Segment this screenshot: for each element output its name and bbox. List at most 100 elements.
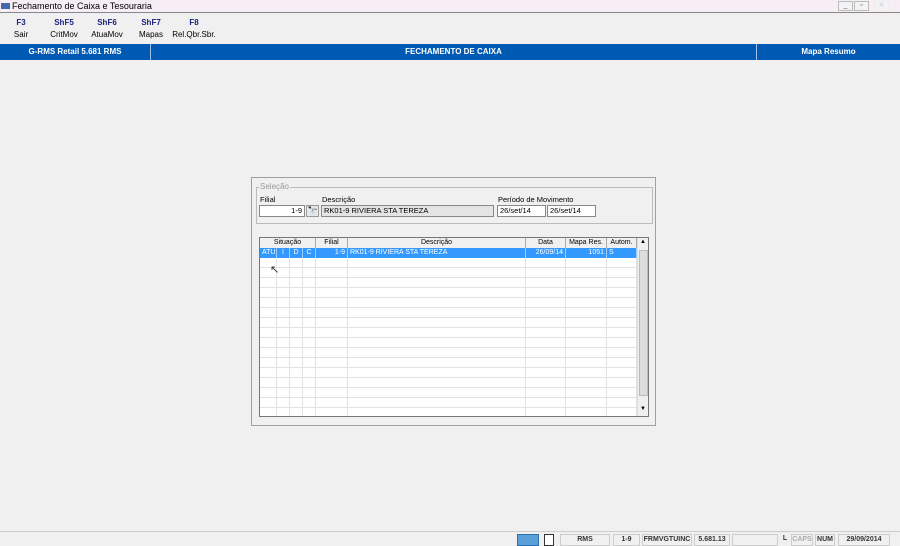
empty-cell xyxy=(303,328,316,338)
col-data[interactable]: Data xyxy=(526,238,566,248)
empty-cell xyxy=(277,298,290,308)
scroll-down-icon[interactable]: ▼ xyxy=(640,406,646,412)
toolbar-sair-button[interactable]: F3 Sair xyxy=(1,18,41,39)
empty-cell xyxy=(566,348,607,358)
restore-button[interactable]: ▫ xyxy=(854,1,869,11)
col-descricao[interactable]: Descrição xyxy=(348,238,526,248)
cell-descricao: RK01-9 RIVIERA STA TEREZA xyxy=(348,248,526,258)
empty-row xyxy=(260,358,637,368)
toolbar-relqbrsbr-button[interactable]: F8 Rel.Qbr.Sbr. xyxy=(170,18,218,39)
empty-row xyxy=(260,368,637,378)
empty-cell xyxy=(566,408,607,416)
empty-row xyxy=(260,308,637,318)
empty-cell xyxy=(260,398,277,408)
system-name: G-RMS Retail 5.681 RMS xyxy=(28,47,122,56)
empty-cell xyxy=(260,348,277,358)
empty-cell xyxy=(303,378,316,388)
cell-s2: I xyxy=(277,248,290,258)
empty-cell xyxy=(566,288,607,298)
empty-cell xyxy=(260,298,277,308)
periodo-from-input[interactable]: 26/set/14 xyxy=(497,205,546,217)
scroll-thumb[interactable] xyxy=(639,250,648,396)
empty-row xyxy=(260,258,637,268)
toolbar-mapas-button[interactable]: ShF7 Mapas xyxy=(131,18,171,39)
toolbar-critmov-button[interactable]: ShF5 CritMov xyxy=(44,18,84,39)
empty-cell xyxy=(526,348,566,358)
empty-cell xyxy=(526,408,566,416)
empty-cell xyxy=(348,288,526,298)
cell-s3: D xyxy=(290,248,303,258)
empty-row xyxy=(260,388,637,398)
empty-cell xyxy=(316,388,348,398)
movement-grid[interactable]: Situação Filial Descrição Data Mapa Res.… xyxy=(259,237,649,417)
empty-cell xyxy=(316,268,348,278)
header-band: G-RMS Retail 5.681 RMS FECHAMENTO DE CAI… xyxy=(0,44,900,60)
empty-cell xyxy=(277,308,290,318)
empty-cell xyxy=(607,358,637,368)
empty-row xyxy=(260,328,637,338)
empty-cell xyxy=(566,398,607,408)
empty-cell xyxy=(277,358,290,368)
empty-cell xyxy=(526,278,566,288)
table-row[interactable]: ATU I D C 1-9 RK01-9 RIVIERA STA TEREZA … xyxy=(260,248,637,258)
close-button[interactable]: ✕ xyxy=(874,1,889,11)
empty-cell xyxy=(303,338,316,348)
empty-row xyxy=(260,298,637,308)
empty-cell xyxy=(303,308,316,318)
empty-cell xyxy=(260,338,277,348)
shortcut-key: F8 xyxy=(189,18,199,27)
empty-cell xyxy=(526,308,566,318)
empty-cell xyxy=(607,328,637,338)
empty-cell xyxy=(607,288,637,298)
empty-cell xyxy=(348,388,526,398)
empty-cell xyxy=(607,378,637,388)
empty-cell xyxy=(526,298,566,308)
empty-cell xyxy=(290,298,303,308)
status-bar: RMS 1-9 FRMVGTUINC 5.681.13 L CAPS NUM 2… xyxy=(0,531,900,546)
shortcut-key: F3 xyxy=(16,18,26,27)
empty-cell xyxy=(607,268,637,278)
empty-cell xyxy=(303,388,316,398)
app-icon xyxy=(1,3,10,9)
col-autom[interactable]: Autom. xyxy=(607,238,637,248)
periodo-to-input[interactable]: 26/set/14 xyxy=(547,205,596,217)
scroll-up-icon[interactable]: ▲ xyxy=(640,239,646,245)
empty-cell xyxy=(348,258,526,268)
empty-cell xyxy=(277,368,290,378)
filial-input[interactable]: 1-9 xyxy=(259,205,305,217)
empty-cell xyxy=(607,338,637,348)
binoculars-search-icon[interactable]: 🔭 xyxy=(306,205,319,217)
empty-cell xyxy=(303,408,316,416)
empty-cell xyxy=(526,398,566,408)
mouse-cursor-icon: ↖ xyxy=(270,264,280,276)
empty-cell xyxy=(526,258,566,268)
empty-cell xyxy=(303,288,316,298)
button-label: CritMov xyxy=(50,30,78,39)
empty-cell xyxy=(566,388,607,398)
empty-cell xyxy=(348,308,526,318)
col-filial[interactable]: Filial xyxy=(316,238,348,248)
button-label: Sair xyxy=(13,30,29,39)
col-situacao[interactable]: Situação xyxy=(260,238,316,248)
window-title: Fechamento de Caixa e Tesouraria xyxy=(12,1,152,11)
col-mapa[interactable]: Mapa Res. xyxy=(566,238,607,248)
toolbar-atuamov-button[interactable]: ShF6 AtuaMov xyxy=(87,18,127,39)
empty-cell xyxy=(526,328,566,338)
empty-cell xyxy=(566,268,607,278)
empty-cell xyxy=(607,298,637,308)
empty-row xyxy=(260,378,637,388)
empty-cell xyxy=(607,318,637,328)
minimize-button[interactable]: _ xyxy=(838,1,853,11)
empty-cell xyxy=(316,338,348,348)
empty-cell xyxy=(290,408,303,416)
empty-cell xyxy=(607,348,637,358)
empty-cell xyxy=(290,328,303,338)
status-version: 5.681.13 xyxy=(694,534,730,546)
title-bar: Fechamento de Caixa e Tesouraria xyxy=(0,0,900,13)
vertical-scrollbar[interactable]: ▲ ▼ xyxy=(637,238,648,416)
empty-cell xyxy=(303,278,316,288)
empty-cell xyxy=(260,328,277,338)
empty-cell xyxy=(607,368,637,378)
empty-cell xyxy=(316,398,348,408)
empty-cell xyxy=(566,338,607,348)
